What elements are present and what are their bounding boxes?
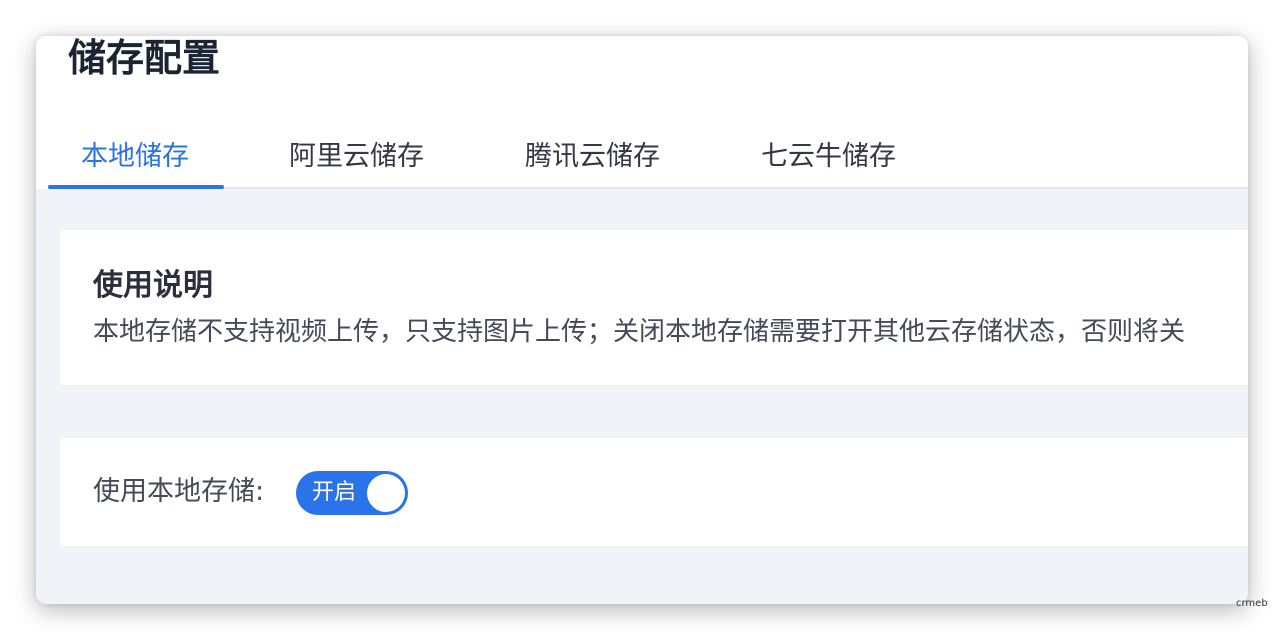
toggle-text: 开启	[312, 480, 357, 505]
active-tab-indicator	[48, 185, 224, 189]
local-storage-setting-card: 使用本地存储: 开启	[60, 438, 1248, 546]
storage-tabs: 本地储存 阿里云储存 腾讯云储存 七云牛储存	[48, 133, 1248, 189]
instructions-card: 使用说明 本地存储不支持视频上传，只支持图片上传；关闭本地存储需要打开其他云存储…	[60, 230, 1248, 385]
page-title: 储存配置	[68, 36, 221, 80]
tab-aliyun-storage[interactable]: 阿里云储存	[289, 133, 424, 187]
header-area: 储存配置 本地储存 阿里云储存 腾讯云储存 七云牛储存	[36, 36, 1248, 189]
tab-tencent-storage[interactable]: 腾讯云储存	[525, 133, 660, 187]
instructions-title: 使用说明	[93, 268, 213, 303]
crmeb-watermark-logo: crmeb	[1236, 598, 1268, 609]
tab-qiniu-storage[interactable]: 七云牛储存	[761, 133, 896, 187]
storage-config-window: 储存配置 本地储存 阿里云储存 腾讯云储存 七云牛储存 使用说明 本地存储不支持…	[36, 36, 1248, 604]
instructions-text: 本地存储不支持视频上传，只支持图片上传；关闭本地存储需要打开其他云存储状态，否则…	[93, 317, 1186, 347]
local-storage-label: 使用本地存储:	[93, 476, 265, 507]
tab-local-storage[interactable]: 本地储存	[81, 133, 189, 187]
toggle-knob	[367, 474, 405, 512]
local-storage-toggle[interactable]: 开启	[296, 471, 408, 515]
